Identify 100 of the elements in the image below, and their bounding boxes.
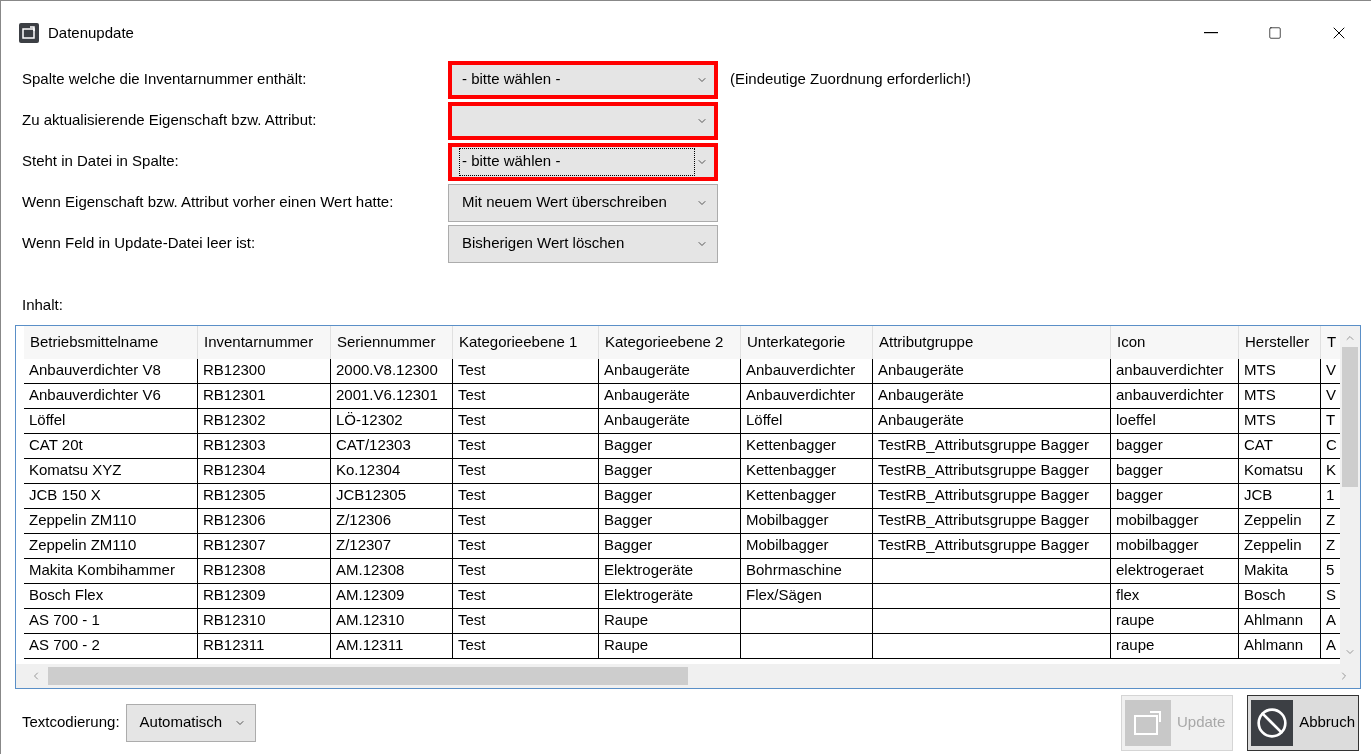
table-cell: Test — [453, 583, 599, 608]
table-cell: RB12302 — [198, 408, 331, 433]
table-cell: Bohrmaschine — [741, 558, 873, 583]
table-cell: Mobilbagger — [741, 508, 873, 533]
vertical-scrollbar[interactable] — [1340, 325, 1360, 664]
table-cell: Test — [453, 508, 599, 533]
table-cell: RB12310 — [198, 608, 331, 633]
table-cell: Bagger — [599, 533, 741, 558]
horizontal-scrollbar[interactable] — [16, 663, 1360, 688]
column-header[interactable]: Seriennummer — [331, 325, 453, 359]
table-cell: CAT/12303 — [331, 433, 453, 458]
table-cell: RB12305 — [198, 483, 331, 508]
table-cell: Test — [453, 558, 599, 583]
table-cell: AM.12308 — [331, 558, 453, 583]
column-header[interactable]: Betriebsmittelname — [24, 325, 198, 359]
table-cell: Raupe — [599, 633, 741, 658]
dropdown[interactable]: - bitte wählen - — [448, 60, 718, 99]
table-cell: RB12309 — [198, 583, 331, 608]
table-cell: Komatsu — [1239, 458, 1321, 483]
table-cell: mobilbagger — [1111, 508, 1239, 533]
table-cell: Ko.12304 — [331, 458, 453, 483]
table-cell: Test — [453, 483, 599, 508]
dropdown[interactable] — [448, 101, 718, 140]
maximize-icon — [1268, 26, 1282, 40]
column-header[interactable]: Inventarnummer — [198, 325, 331, 359]
table-cell: Test — [453, 433, 599, 458]
table-cell: bagger — [1111, 483, 1239, 508]
table-cell: Anbauverdichter V6 — [24, 383, 198, 408]
column-header[interactable]: Hersteller — [1239, 325, 1321, 359]
table-cell: Zeppelin ZM110 — [24, 533, 198, 558]
table-cell: bagger — [1111, 458, 1239, 483]
table-cell: RB12301 — [198, 383, 331, 408]
column-header[interactable]: Kategorieebene 1 — [453, 325, 599, 359]
window-title: Datenupdate — [48, 22, 134, 43]
table-cell: Test — [453, 633, 599, 658]
table-cell: Kettenbagger — [741, 483, 873, 508]
table-cell: Ahlmann — [1239, 608, 1321, 633]
table-cell: JCB12305 — [331, 483, 453, 508]
table-cell: raupe — [1111, 608, 1239, 633]
minimize-icon — [1204, 32, 1218, 34]
table-cell: TestRB_Attributsgruppe Bagger — [873, 508, 1111, 533]
table-cell: Mobilbagger — [741, 533, 873, 558]
field-label: Spalte welche die Inventarnummer enthält: — [22, 69, 308, 90]
table-cell: Test — [453, 358, 599, 383]
section-label: Inhalt: — [22, 295, 64, 315]
dropdown[interactable]: Mit neuem Wert überschreiben — [448, 183, 718, 222]
table-cell: RB12306 — [198, 508, 331, 533]
prohibited-icon — [1251, 699, 1294, 746]
table-cell: Bagger — [599, 483, 741, 508]
window-app-icon — [19, 23, 39, 43]
table-cell: Anbaugeräte — [599, 358, 741, 383]
hint-text: (Eindeutige Zuordnung erforderlich!) — [730, 69, 971, 90]
table-cell: Kettenbagger — [741, 458, 873, 483]
table-cell: elektrogeraet — [1111, 558, 1239, 583]
table-cell: TestRB_Attributsgruppe Bagger — [873, 433, 1111, 458]
table-cell: AM.12310 — [331, 608, 453, 633]
table-cell: Bosch — [1239, 583, 1321, 608]
table-cell: Z/12306 — [331, 508, 453, 533]
table-cell: RB12300 — [198, 358, 331, 383]
dropdown[interactable]: Automatisch — [125, 703, 256, 742]
column-header[interactable]: Icon — [1111, 325, 1239, 359]
table-cell: bagger — [1111, 433, 1239, 458]
table-cell: AM.12309 — [331, 583, 453, 608]
table-cell: Makita Kombihammer — [24, 558, 198, 583]
table-cell: flex — [1111, 583, 1239, 608]
table-cell: Kettenbagger — [741, 433, 873, 458]
table-cell: Z/12307 — [331, 533, 453, 558]
table-cell: Anbaugeräte — [599, 408, 741, 433]
field-label: Zu aktualisierende Eigenschaft bzw. Attribut: — [22, 110, 318, 131]
field-label: Textcodierung: — [22, 712, 120, 733]
table-cell: 2000.V8.12300 — [331, 358, 453, 383]
table-cell: 2001.V6.12301 — [331, 383, 453, 408]
table-cell: LÖ-12302 — [331, 408, 453, 433]
table-cell: MTS — [1239, 358, 1321, 383]
table-cell: TestRB_Attributsgruppe Bagger — [873, 533, 1111, 558]
table-cell: Raupe — [599, 608, 741, 633]
table-cell: CAT 20t — [24, 433, 198, 458]
table-cell: anbauverdichter — [1111, 383, 1239, 408]
table-cell: Test — [453, 408, 599, 433]
table-cell: Löffel — [24, 408, 198, 433]
column-header[interactable]: Attributgruppe — [873, 325, 1111, 359]
dropdown[interactable]: Bisherigen Wert löschen — [448, 224, 718, 263]
table-cell: Elektrogeräte — [599, 558, 741, 583]
column-header[interactable]: Kategorieebene 2 — [599, 325, 741, 359]
table-cell: RB12308 — [198, 558, 331, 583]
table-cell: Bagger — [599, 433, 741, 458]
table-cell: AS 700 - 2 — [24, 633, 198, 658]
table-cell: loeffel — [1111, 408, 1239, 433]
table-cell: Zeppelin ZM110 — [24, 508, 198, 533]
export-icon — [1125, 699, 1171, 746]
table-cell: RB12307 — [198, 533, 331, 558]
table-cell: Bosch Flex — [24, 583, 198, 608]
field-label: Wenn Feld in Update-Datei leer ist: — [22, 233, 257, 254]
table-cell: mobilbagger — [1111, 533, 1239, 558]
table-cell: Bagger — [599, 508, 741, 533]
cancel-button[interactable]: Abbruch — [1247, 694, 1359, 751]
table-cell: TestRB_Attributsgruppe Bagger — [873, 483, 1111, 508]
column-header[interactable]: Unterkategorie — [741, 325, 873, 359]
table-cell: Anbaugeräte — [873, 408, 1111, 433]
dropdown[interactable]: - bitte wählen - — [448, 142, 718, 181]
